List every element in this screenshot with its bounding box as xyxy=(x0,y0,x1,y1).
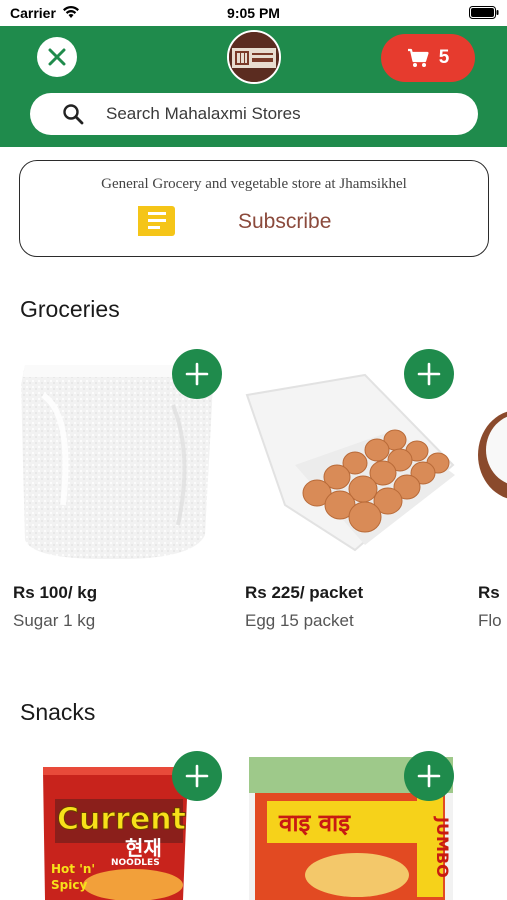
svg-text:वाइ वाइ: वाइ वाइ xyxy=(278,809,351,837)
list-icon xyxy=(138,206,175,236)
product-card-flour[interactable]: Rs Flo xyxy=(478,355,507,645)
flour-bowl-image xyxy=(478,411,507,499)
store-tagline: General Grocery and vegetable store at J… xyxy=(101,176,407,192)
product-name: Sugar 1 kg xyxy=(13,611,96,630)
svg-text:Hot 'n': Hot 'n' xyxy=(51,862,95,876)
product-price: Rs xyxy=(478,583,500,602)
product-name: Flo xyxy=(478,611,502,630)
plus-icon xyxy=(417,764,441,788)
cart-button[interactable]: 5 xyxy=(381,34,475,82)
svg-text:Spicy: Spicy xyxy=(51,878,87,892)
product-card-wai-wai-noodles[interactable]: वाइ वाइ JUMBO xyxy=(245,751,455,900)
search-bar[interactable] xyxy=(30,93,478,135)
cart-icon xyxy=(407,48,429,67)
product-card-current-noodles[interactable]: Current 현재 NOODLES Hot 'n' Spicy xyxy=(13,751,223,900)
add-to-cart-button[interactable] xyxy=(172,751,222,801)
add-to-cart-button[interactable] xyxy=(404,751,454,801)
battery-icon xyxy=(469,6,499,19)
product-price: Rs 225/ packet xyxy=(245,583,364,602)
plus-icon xyxy=(185,764,209,788)
close-button[interactable] xyxy=(37,37,77,77)
section-title-snacks: Snacks xyxy=(20,699,96,725)
plus-icon xyxy=(417,362,441,386)
add-to-cart-button[interactable] xyxy=(404,349,454,399)
close-icon xyxy=(48,48,66,66)
svg-text:NOODLES: NOODLES xyxy=(111,858,160,868)
store-logo[interactable] xyxy=(227,30,281,84)
product-name: Egg 15 packet xyxy=(245,611,354,630)
status-time: 9:05 PM xyxy=(227,5,280,21)
product-image-flour xyxy=(478,355,507,565)
add-to-cart-button[interactable] xyxy=(172,349,222,399)
svg-text:JUMBO: JUMBO xyxy=(433,816,452,878)
svg-text:Current: Current xyxy=(57,802,186,837)
subscribe-button[interactable]: Subscribe xyxy=(238,210,331,234)
plus-icon xyxy=(185,362,209,386)
search-input[interactable] xyxy=(106,104,426,124)
section-title-groceries: Groceries xyxy=(20,296,120,322)
product-price: Rs 100/ kg xyxy=(13,583,98,602)
store-logo-image xyxy=(229,32,279,82)
svg-text:현재: 현재 xyxy=(125,836,162,860)
search-icon xyxy=(63,104,84,125)
store-info-card: General Grocery and vegetable store at J… xyxy=(19,160,489,257)
header: 5 xyxy=(0,26,507,147)
cart-count: 5 xyxy=(438,47,450,68)
status-bar: Carrier 9:05 PM xyxy=(0,0,507,26)
